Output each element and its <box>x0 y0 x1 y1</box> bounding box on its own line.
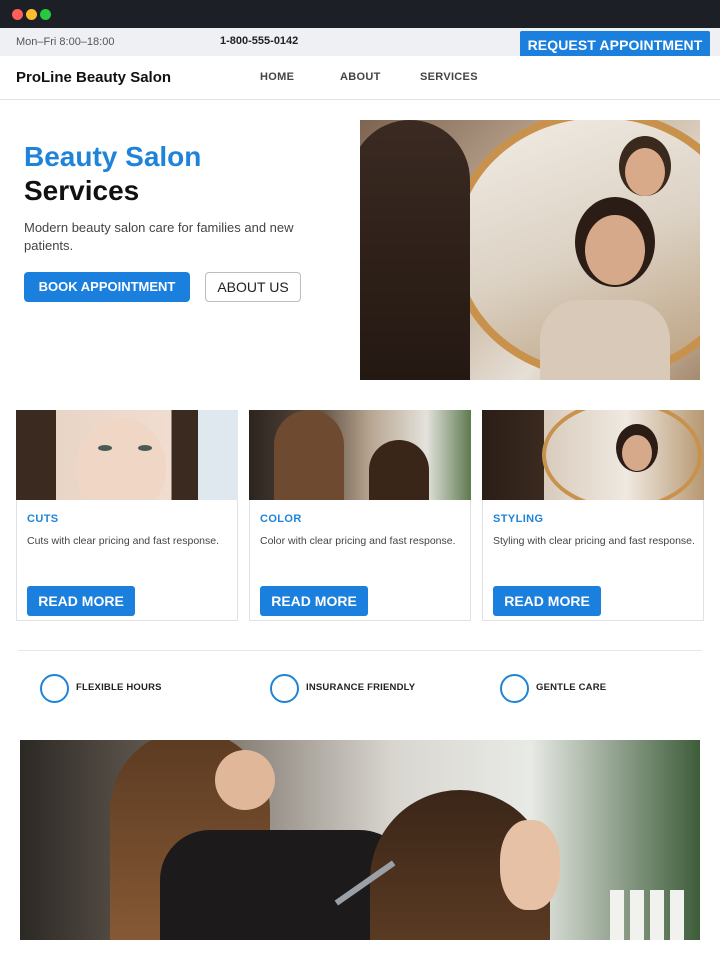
maximize-window-icon[interactable] <box>40 9 51 20</box>
eye-shape <box>138 445 152 451</box>
hero-title-accent: Beauty Salon <box>24 141 202 172</box>
read-more-button-cuts[interactable]: READ MORE <box>27 586 135 616</box>
hero-description: Modern beauty salon care for families an… <box>24 220 294 253</box>
main-navigation: ProLine Beauty Salon HOME ABOUT SERVICES <box>0 56 720 100</box>
stylist-figure <box>625 148 665 196</box>
section-divider <box>18 650 702 651</box>
feature-gentle-care: GENTLE CARE <box>536 682 607 693</box>
business-hours: Mon–Fri 8:00–18:00 <box>16 36 115 48</box>
service-card-image-color <box>249 410 471 500</box>
hero-title-main: Services <box>24 175 140 206</box>
about-us-button[interactable]: ABOUT US <box>205 272 301 302</box>
service-card-title: COLOR <box>260 513 302 525</box>
phone-number[interactable]: 1-800-555-0142 <box>220 35 298 47</box>
portrait-face-figure <box>76 418 166 500</box>
service-card-image-styling <box>482 410 704 500</box>
book-appointment-button[interactable]: BOOK APPOINTMENT <box>24 272 190 302</box>
service-card-cuts: CUTS Cuts with clear pricing and fast re… <box>16 410 238 621</box>
request-appointment-button[interactable]: REQUEST APPOINTMENT <box>520 31 710 59</box>
haircut-banner-photo <box>20 740 700 940</box>
client-face-figure <box>622 435 652 471</box>
foreground-hair-figure <box>360 120 470 380</box>
client-face-figure <box>585 215 645 285</box>
service-card-image-cuts <box>16 410 238 500</box>
close-window-icon[interactable] <box>12 9 23 20</box>
stylist-hair-figure <box>274 410 344 500</box>
eye-shape <box>98 445 112 451</box>
service-card-styling: STYLING Styling with clear pricing and f… <box>482 410 704 621</box>
feature-flexible-hours: FLEXIBLE HOURS <box>76 682 162 693</box>
window-titlebar <box>0 0 720 28</box>
read-more-button-color[interactable]: READ MORE <box>260 586 368 616</box>
feature-insurance-friendly: INSURANCE FRIENDLY <box>306 682 416 693</box>
service-card-title: CUTS <box>27 513 59 525</box>
read-more-button-styling[interactable]: READ MORE <box>493 586 601 616</box>
client-body-figure <box>540 300 670 380</box>
nav-link-services[interactable]: SERVICES <box>420 71 478 83</box>
nav-link-about[interactable]: ABOUT <box>340 71 381 83</box>
service-card-text: Styling with clear pricing and fast resp… <box>493 535 695 547</box>
hero-salon-photo <box>360 120 700 380</box>
product-bottles-figure <box>610 890 690 940</box>
client-hair-figure <box>369 440 429 500</box>
minimize-window-icon[interactable] <box>26 9 37 20</box>
service-card-title: STYLING <box>493 513 544 525</box>
brand-logo-text[interactable]: ProLine Beauty Salon <box>16 69 171 86</box>
hero-title: Beauty Salon Services <box>24 140 201 208</box>
nav-link-home[interactable]: HOME <box>260 71 294 83</box>
client-face-figure <box>500 820 560 910</box>
service-card-text: Cuts with clear pricing and fast respons… <box>27 535 220 547</box>
circle-outline-icon <box>270 674 299 703</box>
stylist-face-figure <box>215 750 275 810</box>
service-card-color: COLOR Color with clear pricing and fast … <box>249 410 471 621</box>
service-card-text: Color with clear pricing and fast respon… <box>260 535 456 547</box>
circle-outline-icon <box>40 674 69 703</box>
circle-outline-icon <box>500 674 529 703</box>
